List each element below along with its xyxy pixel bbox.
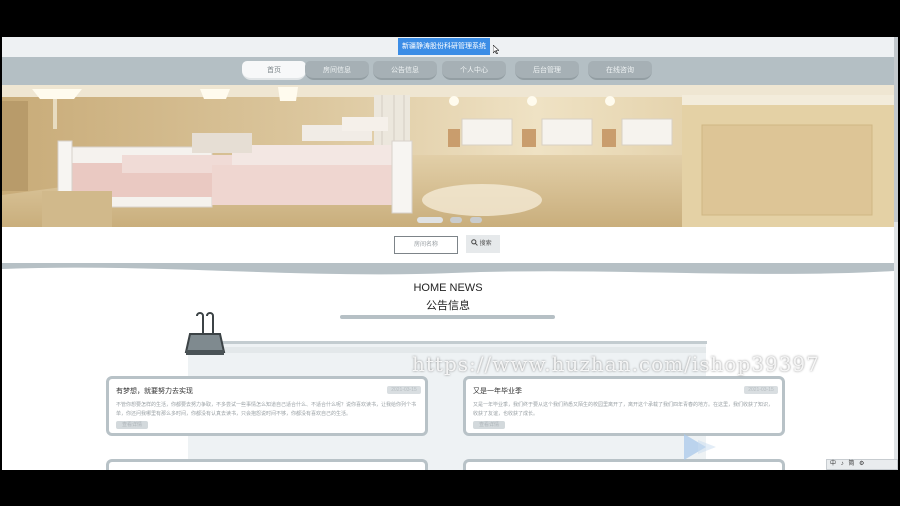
- banner-carousel[interactable]: [2, 85, 894, 227]
- news-card-date: 2021-03-15: [744, 386, 778, 394]
- tray-ime-icon[interactable]: 中: [830, 460, 836, 469]
- search-button-label: 搜索: [479, 241, 492, 247]
- search-section: 房间名称 搜索: [2, 227, 894, 265]
- news-card-excerpt: 不管你想要怎样的生活，你都要去努力争取，不多尝试一些事情怎么知道自己适合什么、不…: [116, 402, 417, 417]
- nav-item-room-info[interactable]: 房间信息: [305, 61, 369, 80]
- binder-clip-icon: [184, 312, 226, 355]
- news-card-more-button[interactable]: 查看详情: [473, 421, 505, 429]
- nav-item-home[interactable]: 首页: [242, 61, 306, 80]
- video-play-logo-icon: [684, 434, 716, 460]
- news-card-partial[interactable]: [106, 459, 428, 470]
- nav-item-personal-center[interactable]: 个人中心: [442, 61, 506, 80]
- news-card-title[interactable]: 有梦想，就要努力去实现: [116, 386, 193, 396]
- news-card-more-button[interactable]: 查看详情: [116, 421, 148, 429]
- vertical-scrollbar[interactable]: [894, 37, 898, 470]
- search-input[interactable]: 房间名称: [394, 236, 458, 254]
- watermark-url: https://www.huzhan.com/ishop39397: [412, 352, 820, 376]
- nav-item-online-consult[interactable]: 在线咨询: [588, 61, 652, 80]
- browser-viewport: 新疆静涛股份科研管理系统 首页 房间信息 公告信息 个人中心 后台管理 在线咨询: [2, 37, 898, 470]
- system-tray: 中 ♪ 简 ⚙: [826, 459, 898, 470]
- carousel-indicators: [417, 210, 485, 228]
- search-button[interactable]: 搜索: [466, 235, 500, 253]
- carousel-dot-active[interactable]: [417, 217, 443, 223]
- board-top-bar: [197, 341, 707, 344]
- news-card-partial[interactable]: [463, 459, 785, 470]
- carousel-dot[interactable]: [469, 217, 482, 223]
- section-title-cn: 公告信息: [426, 300, 470, 312]
- news-card[interactable]: 有梦想，就要努力去实现 2021-03-15 不管你想要怎样的生活，你都要去努力…: [106, 376, 428, 436]
- banner-image: [2, 85, 894, 227]
- news-card-date: 2021-03-15: [387, 386, 421, 394]
- news-card[interactable]: 又是一年毕业季 2021-03-15 又是一年毕业季，我们终于要从这个我们熟悉又…: [463, 376, 785, 436]
- search-icon: [471, 239, 478, 246]
- main-navbar: 首页 房间信息 公告信息 个人中心 后台管理 在线咨询: [2, 57, 894, 85]
- carousel-dot[interactable]: [450, 217, 463, 223]
- nav-item-admin[interactable]: 后台管理: [515, 61, 579, 80]
- news-card-title[interactable]: 又是一年毕业季: [473, 386, 522, 396]
- nav-item-announcements[interactable]: 公告信息: [373, 61, 437, 80]
- window-titlebar: 新疆静涛股份科研管理系统: [2, 37, 898, 57]
- mouse-cursor-icon: [493, 45, 499, 54]
- tray-sound-icon[interactable]: ♪: [841, 460, 844, 469]
- section-underline: [340, 315, 555, 319]
- section-title-en: HOME NEWS: [413, 282, 483, 294]
- scrollbar-thumb[interactable]: [894, 37, 898, 222]
- news-card-excerpt: 又是一年毕业季，我们终于要从这个我们熟悉又陌生的校园里离开了，离开这个承载了我们…: [473, 402, 774, 417]
- tray-simplified-icon[interactable]: 简: [848, 460, 854, 469]
- window-title-selected[interactable]: 新疆静涛股份科研管理系统: [398, 38, 490, 55]
- tray-settings-icon[interactable]: ⚙: [859, 460, 864, 469]
